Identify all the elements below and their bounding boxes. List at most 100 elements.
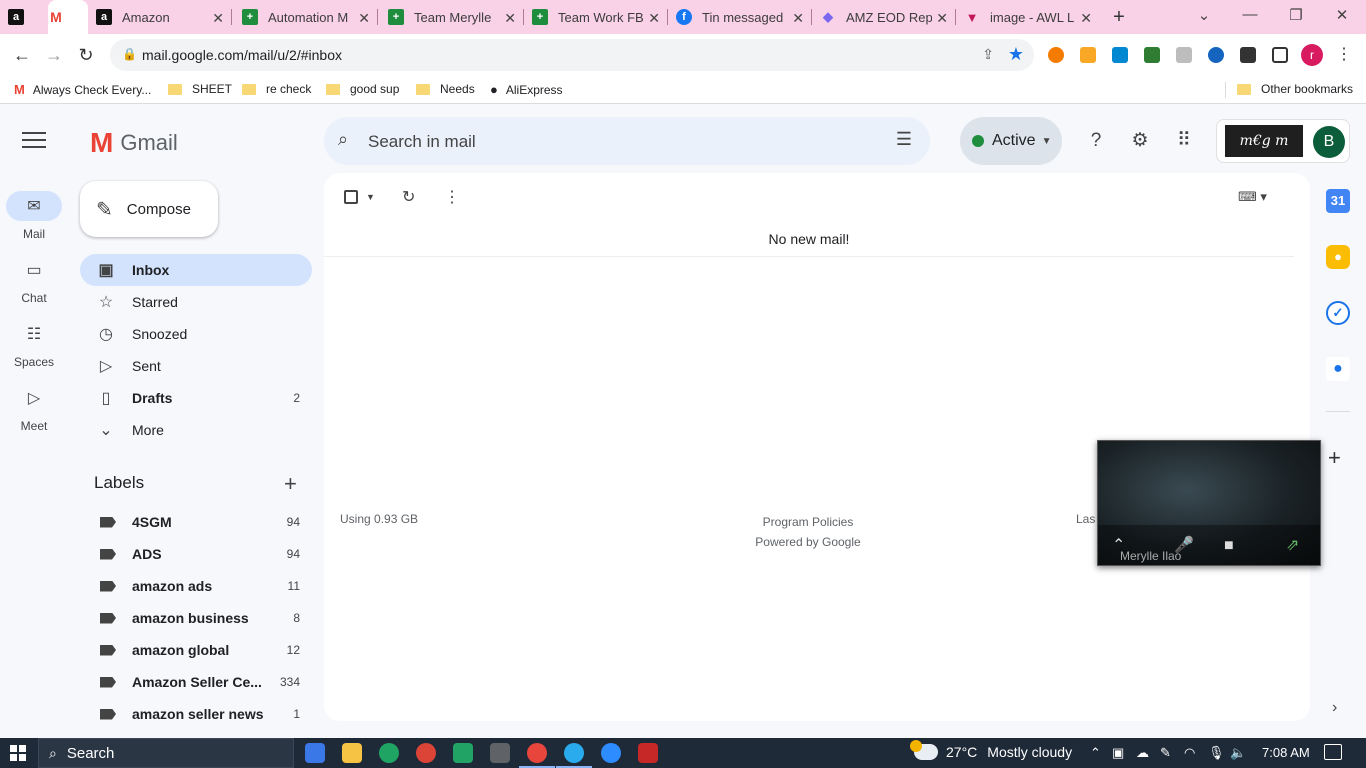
- tab-team-work[interactable]: + Team Work FBA ✕: [532, 0, 668, 34]
- back-button[interactable]: ←: [10, 44, 34, 68]
- close-icon[interactable]: ✕: [936, 10, 948, 27]
- settings-gear-icon[interactable]: ⚙: [1128, 129, 1152, 153]
- add-label-icon[interactable]: +: [284, 471, 297, 497]
- account-avatar[interactable]: B: [1313, 126, 1345, 158]
- rail-mail[interactable]: ✉ Mail: [0, 191, 68, 241]
- contacts-icon[interactable]: ●: [1326, 357, 1350, 381]
- close-icon[interactable]: ✕: [504, 10, 516, 27]
- compose-button[interactable]: ✎ Compose: [80, 181, 218, 237]
- label-item[interactable]: amazon global 12: [80, 634, 312, 666]
- minimize-button[interactable]: —: [1240, 6, 1260, 23]
- share-icon[interactable]: ⇪: [982, 46, 994, 63]
- pen-icon[interactable]: ✎: [1160, 745, 1171, 761]
- search-icon[interactable]: ⌕: [338, 129, 348, 150]
- windows-start-icon[interactable]: [10, 745, 26, 761]
- folder-snoozed[interactable]: ◷ Snoozed: [80, 318, 312, 350]
- tab-image-awl[interactable]: ▼ image - AWL L ✕: [964, 0, 1100, 34]
- sheets-icon[interactable]: [453, 743, 473, 763]
- onedrive-icon[interactable]: ☁: [1136, 745, 1149, 761]
- reload-button[interactable]: ↻: [74, 44, 98, 68]
- label-item[interactable]: amazon ads 11: [80, 570, 312, 602]
- label-item[interactable]: amazon business 8: [80, 602, 312, 634]
- storage-usage[interactable]: Using 0.93 GB: [340, 512, 418, 526]
- folder-inbox[interactable]: ▣ Inbox: [80, 254, 312, 286]
- extension-icon[interactable]: [1048, 47, 1064, 63]
- tasks-icon[interactable]: ✓: [1326, 301, 1350, 325]
- search-bar[interactable]: ⌕ Search in mail ☰: [324, 117, 930, 165]
- volume-icon[interactable]: 🔈: [1230, 745, 1246, 761]
- taskbar-clock[interactable]: 7:08 AM: [1262, 745, 1310, 760]
- video-call-popup[interactable]: ⌃ 🎤 ■ ⇗ Merylle Ilao: [1097, 440, 1321, 566]
- keep-icon[interactable]: ●: [1326, 245, 1350, 269]
- apps-grid-icon[interactable]: ⠿: [1172, 129, 1196, 153]
- gmail-logo[interactable]: M Gmail: [90, 127, 178, 159]
- status-selector[interactable]: Active ▼: [960, 117, 1062, 165]
- extension-icon[interactable]: [1112, 47, 1128, 63]
- bookmark-folder[interactable]: SHEET: [168, 82, 232, 96]
- weather-widget[interactable]: 27°C Mostly cloudy: [910, 740, 1072, 760]
- chrome-icon[interactable]: [416, 743, 436, 763]
- tray-chevron-icon[interactable]: ⌃: [1090, 745, 1101, 761]
- tab-search-chevron-icon[interactable]: ⌄: [1194, 6, 1214, 24]
- account-area[interactable]: m€g m B: [1216, 119, 1350, 163]
- app-icon[interactable]: [638, 743, 658, 763]
- lock-icon[interactable]: 🔒: [122, 47, 137, 61]
- close-icon[interactable]: ✕: [1080, 10, 1092, 27]
- chevron-right-icon[interactable]: ›: [1332, 699, 1337, 717]
- label-item[interactable]: 4SGM 94: [80, 506, 312, 538]
- search-options-icon[interactable]: ☰: [896, 129, 912, 150]
- edge-icon[interactable]: [379, 743, 399, 763]
- refresh-icon[interactable]: ↻: [402, 187, 415, 207]
- main-menu-icon[interactable]: [22, 132, 46, 150]
- notifications-icon[interactable]: [1324, 744, 1342, 760]
- tab-amz-eod[interactable]: ◆ AMZ EOD Repo ✕: [820, 0, 956, 34]
- telegram-icon[interactable]: [556, 743, 592, 768]
- microphone-icon[interactable]: 🎙: [1208, 745, 1225, 761]
- keyboard-icon[interactable]: ⌨ ▾: [1238, 189, 1267, 205]
- browser-menu-icon[interactable]: ⋮: [1336, 44, 1352, 64]
- label-item[interactable]: amazon seller news 1: [80, 698, 312, 730]
- bookmark-star-icon[interactable]: ★: [1008, 44, 1024, 65]
- bookmark-item[interactable]: ● AliExpress: [490, 82, 563, 97]
- tab-amazon[interactable]: a Amazon ✕: [96, 0, 232, 34]
- restore-button[interactable]: ❐: [1286, 6, 1306, 24]
- extension-icon[interactable]: [1144, 47, 1160, 63]
- help-icon[interactable]: ?: [1084, 129, 1108, 153]
- select-all-checkbox[interactable]: [344, 190, 358, 204]
- tab-automation[interactable]: + Automation M ✕: [242, 0, 378, 34]
- extensions-puzzle-icon[interactable]: [1240, 47, 1256, 63]
- widgets-icon[interactable]: [305, 743, 325, 763]
- tab-facebook[interactable]: f Tin messaged ✕: [676, 0, 812, 34]
- tray-app-icon[interactable]: ▣: [1112, 745, 1124, 761]
- url-text[interactable]: mail.google.com/mail/u/2/#inbox: [142, 47, 342, 63]
- extension-icon[interactable]: [1080, 47, 1096, 63]
- close-icon[interactable]: ✕: [648, 10, 660, 27]
- window-close-button[interactable]: ✕: [1332, 6, 1352, 24]
- folder-starred[interactable]: ☆ Starred: [80, 286, 312, 318]
- bookmark-folder[interactable]: good sup: [326, 82, 399, 96]
- bookmark-item[interactable]: M Always Check Every...: [14, 82, 151, 97]
- label-item[interactable]: Amazon Seller Ce... 334: [80, 666, 312, 698]
- calendar-icon[interactable]: 31: [1326, 189, 1350, 213]
- rail-chat[interactable]: ▭ Chat: [0, 255, 68, 305]
- close-icon[interactable]: ✕: [792, 10, 804, 27]
- get-addons-icon[interactable]: +: [1328, 445, 1341, 471]
- label-item[interactable]: ADS 94: [80, 538, 312, 570]
- camera-icon[interactable]: ■: [1224, 537, 1234, 555]
- tab-gmail-pinned[interactable]: M: [48, 0, 88, 34]
- folder-more[interactable]: ⌄ More: [80, 414, 312, 446]
- new-tab-button[interactable]: +: [1108, 6, 1130, 28]
- taskbar-search[interactable]: ⌕ Search: [38, 738, 294, 768]
- side-panel-icon[interactable]: [1272, 47, 1288, 63]
- bookmark-folder[interactable]: Needs: [416, 82, 475, 96]
- chrome-profile-icon[interactable]: [519, 743, 555, 768]
- folder-sent[interactable]: ▷ Sent: [80, 350, 312, 382]
- close-icon[interactable]: ✕: [358, 10, 370, 27]
- other-bookmarks[interactable]: Other bookmarks: [1237, 82, 1353, 96]
- program-policies-link[interactable]: Program Policies: [708, 512, 908, 532]
- more-options-icon[interactable]: ⋮: [444, 187, 460, 207]
- rail-spaces[interactable]: ☷ Spaces: [0, 319, 68, 369]
- bookmark-folder[interactable]: re check: [242, 82, 311, 96]
- tab-amazon-pinned[interactable]: a: [8, 0, 48, 34]
- rail-meet[interactable]: ▷ Meet: [0, 383, 68, 433]
